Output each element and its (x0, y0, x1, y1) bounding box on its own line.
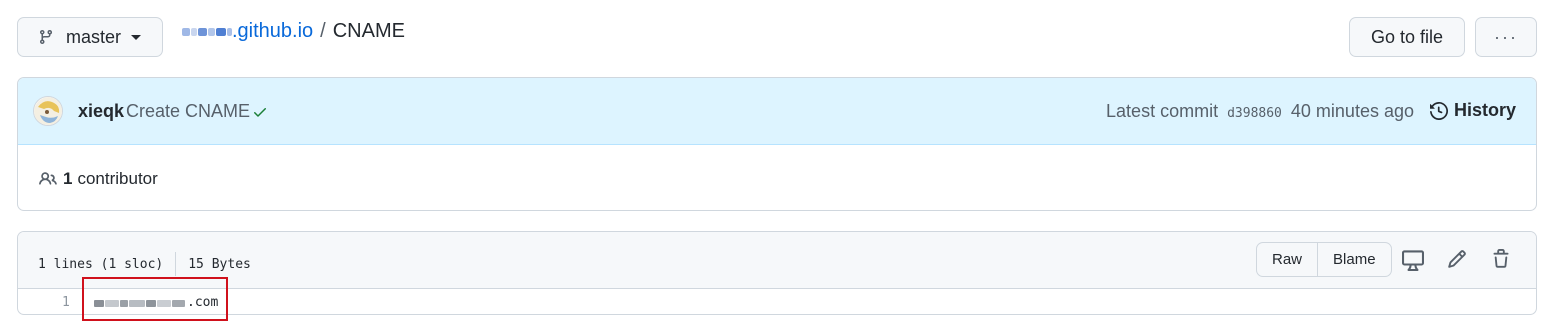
commit-header: xieqk Create CNAME Latest commit d398860… (18, 78, 1536, 145)
avatar[interactable] (33, 96, 63, 126)
line-number[interactable]: 1 (62, 295, 70, 310)
repo-link[interactable]: .github.io (232, 20, 313, 43)
commit-message[interactable]: Create CNAME (126, 101, 250, 122)
file-viewer: 1 lines (1 sloc) 15 Bytes Raw Blame 1 .c… (17, 231, 1537, 315)
raw-blame-button-group: Raw Blame (1256, 242, 1392, 277)
file-size: 15 Bytes (188, 256, 251, 272)
people-icon (39, 172, 57, 185)
branch-name: master (66, 26, 122, 47)
pencil-icon[interactable] (1447, 249, 1467, 269)
contributor-label: contributor (77, 169, 158, 188)
branch-select-button[interactable]: master (17, 17, 163, 57)
highlight-annotation (82, 277, 228, 321)
line-count: 1 lines (1 sloc) (38, 256, 164, 272)
history-label: History (1453, 100, 1516, 120)
breadcrumb-separator: / (320, 20, 326, 42)
latest-commit-info: Latest commit d398860 40 minutes ago (1106, 101, 1414, 122)
divider (175, 252, 177, 276)
more-options-button[interactable]: ··· (1475, 17, 1537, 57)
commit-box: xieqk Create CNAME Latest commit d398860… (17, 77, 1537, 211)
desktop-icon[interactable] (1402, 249, 1424, 271)
kebab-horizontal-icon: ··· (1494, 26, 1518, 47)
contributors-row[interactable]: 1 contributor (38, 169, 158, 189)
commit-time: 40 minutes ago (1290, 101, 1414, 121)
commit-sha-link[interactable]: d398860 (1227, 106, 1282, 121)
blame-button[interactable]: Blame (1317, 243, 1391, 276)
commit-author[interactable]: xieqk (78, 101, 124, 122)
check-icon[interactable] (252, 104, 268, 120)
file-name: CNAME (332, 20, 405, 42)
contributor-count: 1 (63, 169, 73, 188)
trash-icon[interactable] (1491, 249, 1511, 269)
history-icon (1429, 101, 1448, 120)
history-link[interactable]: History (1429, 100, 1516, 121)
file-header: 1 lines (1 sloc) 15 Bytes Raw Blame (18, 232, 1536, 289)
go-to-file-button[interactable]: Go to file (1349, 17, 1465, 57)
redacted-owner-name (182, 25, 232, 39)
caret-down-icon (131, 34, 142, 40)
raw-button[interactable]: Raw (1257, 243, 1317, 276)
breadcrumb: .github.io / CNAME (182, 20, 405, 43)
git-branch-icon (39, 30, 52, 45)
file-info: 1 lines (1 sloc) 15 Bytes (38, 252, 251, 276)
latest-commit-label: Latest commit (1106, 101, 1219, 121)
